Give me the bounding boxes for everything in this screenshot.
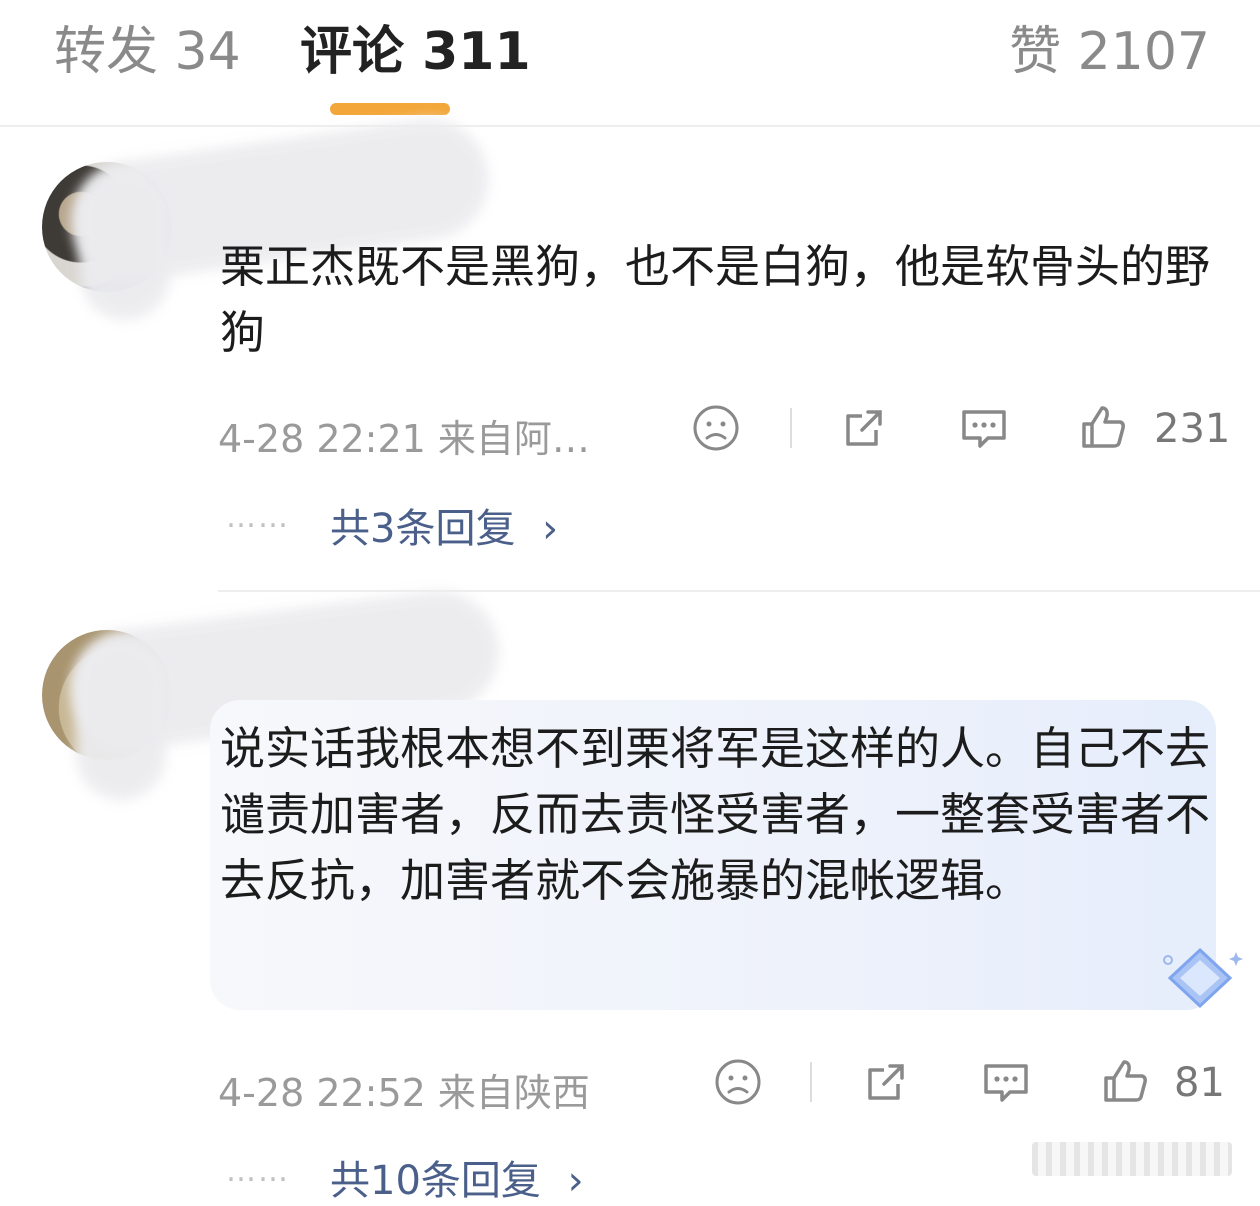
thumbs-up-icon[interactable] [1100, 1056, 1150, 1106]
view-replies-link[interactable]: 共10条回复 › [330, 1148, 584, 1206]
share-icon[interactable] [840, 404, 888, 452]
replies-count-label: 共10条回复 [330, 1158, 541, 1204]
comment-text: 说实话我根本想不到栗将军是这样的人。自己不去谴责加害者，反而去责怪受害者，一整套… [220, 722, 1211, 907]
comment-bubble-icon[interactable] [980, 1058, 1032, 1106]
replies-dots: …… [226, 500, 290, 535]
redaction-blur [76, 640, 166, 800]
comment-time-location: 4-28 22:21 来自阿… [218, 417, 590, 461]
comment-divider [218, 590, 1260, 592]
comment-text: 栗正杰既不是黑狗，也不是白狗，他是软骨头的野狗 [220, 240, 1211, 359]
comment-meta: 4-28 22:21 来自阿… 231 [218, 400, 1231, 461]
action-separator [790, 408, 792, 448]
like-count: 231 [1154, 406, 1231, 452]
tabs-divider [0, 125, 1260, 127]
diamond-badge-icon [1163, 947, 1243, 1009]
comment-bubble-icon[interactable] [958, 404, 1010, 452]
dislike-face-icon[interactable] [692, 404, 740, 452]
tab-likes[interactable]: 赞 2107 [1009, 20, 1210, 84]
tab-reposts[interactable]: 转发 34 [54, 20, 241, 84]
comment-meta: 4-28 22:52 来自陕西 81 [218, 1054, 1228, 1115]
dislike-face-icon[interactable] [714, 1058, 762, 1106]
view-replies-link[interactable]: 共3条回复 › [330, 496, 558, 554]
tab-comments[interactable]: 评论 311 [300, 20, 531, 84]
action-separator [810, 1062, 812, 1102]
like-count: 81 [1174, 1060, 1225, 1106]
replies-count-label: 共3条回复 [330, 506, 516, 552]
username-redacted[interactable] [222, 178, 482, 218]
replies-dots: …… [226, 1154, 290, 1189]
active-tab-indicator [330, 103, 450, 115]
chevron-right-icon: › [567, 1158, 584, 1204]
chevron-right-icon: › [542, 506, 559, 552]
comment-time-location: 4-28 22:52 来自陕西 [218, 1071, 590, 1115]
comment-tabs: 转发 34 评论 311 赞 2107 [0, 0, 1260, 125]
redaction-blur [80, 170, 170, 320]
username-redacted[interactable] [222, 650, 492, 690]
thumbs-up-icon[interactable] [1078, 402, 1128, 452]
share-icon[interactable] [862, 1058, 910, 1106]
watermark [1032, 1142, 1232, 1176]
